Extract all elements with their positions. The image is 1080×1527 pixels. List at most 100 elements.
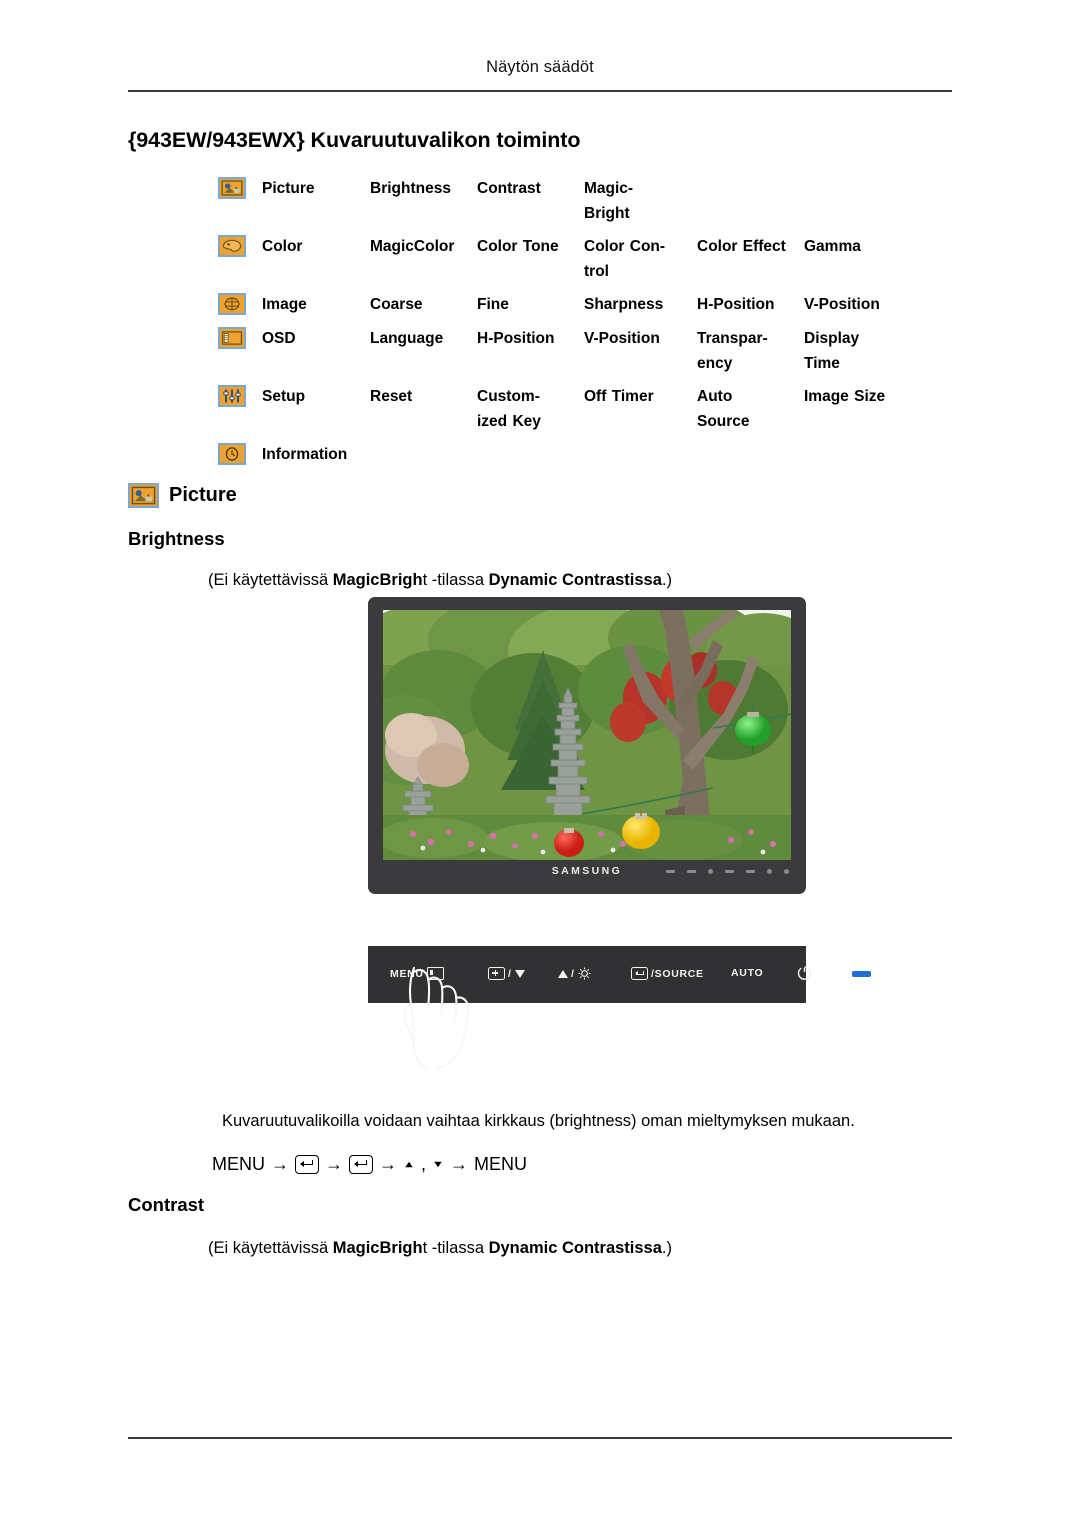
source-enter-button[interactable]: /SOURCE bbox=[631, 967, 704, 980]
brightness-key-path: MENU → → → , → MENU bbox=[212, 1151, 527, 1177]
slash-separator: / bbox=[508, 967, 512, 980]
note-bold-magicbright: MagicBrigh bbox=[332, 1239, 423, 1257]
note-suffix: .) bbox=[661, 571, 673, 589]
setup-icon bbox=[218, 385, 246, 407]
menu-map-item: V-Position bbox=[804, 296, 880, 313]
menu-map-item: H-Position bbox=[477, 330, 555, 347]
menu-map-item: Color Effect bbox=[697, 238, 786, 255]
source-button-label: /SOURCE bbox=[651, 967, 704, 980]
subheading-contrast: Contrast bbox=[128, 1194, 205, 1215]
menu-map-name: Setup bbox=[262, 388, 306, 405]
monitor-screen-photo bbox=[383, 610, 791, 860]
menu-map-item: Fine bbox=[477, 296, 509, 313]
note-bold-magicbright: MagicBrigh bbox=[332, 571, 423, 589]
brightness-body-text: Kuvaruutuvalikoilla voidaan vaihtaa kirk… bbox=[222, 1112, 855, 1130]
menu-map-item-line1: Auto bbox=[697, 388, 733, 405]
bezel-mark bbox=[725, 870, 734, 873]
monitor-illustration: SAMSUNG bbox=[368, 597, 806, 894]
menu-map-item-line2: ency bbox=[697, 355, 733, 372]
note-suffix: .) bbox=[661, 1239, 673, 1257]
menu-map-item: Contrast bbox=[477, 180, 541, 197]
menu-map-item: Gamma bbox=[804, 238, 861, 255]
menu-icon-cell bbox=[218, 292, 262, 315]
subheading-brightness: Brightness bbox=[128, 528, 225, 549]
brightness-sun-icon bbox=[578, 967, 591, 980]
osd-menu-map: Picture Brightness Contrast Magic- Brigh… bbox=[218, 176, 958, 476]
menu-map-item-line2: ized Key bbox=[477, 413, 541, 430]
footer-rule bbox=[128, 1437, 952, 1439]
menu-map-item: Auto Source bbox=[697, 384, 804, 434]
menu-map-item: Display Time bbox=[804, 326, 911, 376]
information-icon bbox=[218, 443, 246, 465]
auto-button[interactable]: AUTO bbox=[731, 967, 763, 979]
arrow-icon: → bbox=[450, 1154, 469, 1174]
menu-map-row-picture: Picture Brightness Contrast Magic- Brigh… bbox=[218, 176, 958, 226]
menu-map-item-line2: Source bbox=[697, 413, 750, 430]
menu-map-item: Coarse bbox=[370, 296, 423, 313]
menu-icon-cell bbox=[218, 384, 262, 407]
page-title: {943EW/943EWX} Kuvaruutuvalikon toiminto bbox=[128, 128, 581, 152]
enter-key-icon bbox=[349, 1154, 373, 1174]
menu-map-name: OSD bbox=[262, 330, 296, 347]
note-bold-dynamic-contrast: Dynamic Contrastissa bbox=[488, 1239, 662, 1257]
menu-map-item-line2: Bright bbox=[584, 205, 630, 222]
menu-map-item-line1: Color Con- bbox=[584, 238, 666, 255]
bezel-mark bbox=[666, 870, 675, 873]
color-icon bbox=[218, 235, 246, 257]
menu-icon-cell bbox=[218, 234, 262, 257]
bezel-mark bbox=[708, 869, 713, 874]
menu-map-item-line1: Magic- bbox=[584, 180, 634, 197]
osd-icon bbox=[218, 327, 246, 349]
picture-icon bbox=[218, 177, 246, 199]
power-button[interactable] bbox=[796, 964, 813, 981]
menu-map-item: Color Con- trol bbox=[584, 234, 697, 284]
menu-map-item: Transpar- ency bbox=[697, 326, 804, 376]
menu-map-item: Language bbox=[370, 330, 444, 347]
section-heading-picture: Picture bbox=[128, 483, 237, 508]
menu-map-item-line2: Time bbox=[804, 355, 840, 372]
bezel-mark bbox=[687, 870, 696, 873]
section-heading-picture-label: Picture bbox=[169, 483, 237, 506]
menu-map-name: Color bbox=[262, 238, 303, 255]
note-bold-dynamic-contrast: Dynamic Contrastissa bbox=[488, 571, 662, 589]
menu-map-item: H-Position bbox=[697, 296, 775, 313]
menu-map-item-line1: Custom- bbox=[477, 388, 540, 405]
menu-map-item: Sharpness bbox=[584, 296, 664, 313]
plus-up-button[interactable]: / bbox=[558, 967, 591, 980]
up-triangle-icon bbox=[558, 969, 568, 978]
document-page: Näytön säädöt {943EW/943EWX} Kuvaruutuva… bbox=[0, 0, 1080, 1527]
keypath-menu-start: MENU bbox=[212, 1154, 265, 1174]
monitor-control-panel: MENU / / /SOURCE AUTO bbox=[368, 946, 871, 1070]
header-rule bbox=[128, 90, 952, 92]
pointing-hand-illustration bbox=[388, 958, 498, 1070]
bezel-mark bbox=[746, 870, 755, 873]
menu-map-row-setup: Setup Reset Custom- ized Key Off Timer A… bbox=[218, 384, 958, 434]
menu-map-row-information: Information bbox=[218, 442, 958, 468]
menu-map-row-osd: OSD Language H-Position V-Position Trans… bbox=[218, 326, 958, 376]
contrast-availability-note: (Ei käytettävissä MagicBright -tilassa D… bbox=[208, 1236, 672, 1260]
power-icon bbox=[796, 964, 813, 981]
up-triangle-icon bbox=[405, 1161, 413, 1167]
menu-icon-cell bbox=[218, 176, 262, 199]
menu-map-item-line2: trol bbox=[584, 263, 609, 280]
down-triangle-icon bbox=[434, 1161, 442, 1167]
note-prefix: (Ei käytettävissä bbox=[208, 1239, 333, 1257]
image-icon bbox=[218, 293, 246, 315]
menu-map-item-line1: Display bbox=[804, 330, 860, 347]
menu-map-item: MagicColor bbox=[370, 238, 455, 255]
menu-map-item: Reset bbox=[370, 388, 413, 405]
note-prefix: (Ei käytettävissä bbox=[208, 571, 333, 589]
menu-map-name: Image bbox=[262, 296, 307, 313]
slash-separator: / bbox=[571, 967, 575, 980]
enter-box-icon bbox=[631, 967, 648, 980]
arrow-icon: → bbox=[325, 1154, 343, 1174]
bezel-mark bbox=[784, 869, 789, 874]
menu-map-item-line1: Transpar- bbox=[697, 330, 768, 347]
picture-icon bbox=[128, 483, 159, 508]
brightness-availability-note: (Ei käytettävissä MagicBright -tilassa D… bbox=[208, 568, 672, 592]
menu-map-name: Picture bbox=[262, 180, 315, 197]
enter-key-icon bbox=[295, 1154, 319, 1174]
menu-map-item: Brightness bbox=[370, 180, 451, 197]
menu-map-row-image: Image Coarse Fine Sharpness H-Position V… bbox=[218, 292, 958, 318]
keypath-comma: , bbox=[421, 1154, 427, 1174]
